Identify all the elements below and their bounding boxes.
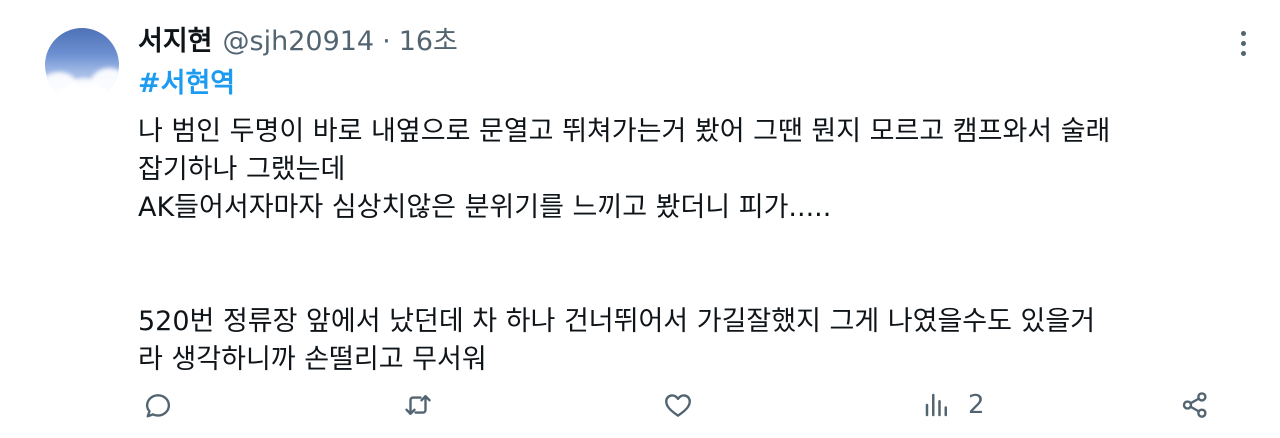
action-bar: 2 xyxy=(0,385,1280,425)
share-icon xyxy=(1182,392,1207,418)
reply-button[interactable] xyxy=(143,385,173,425)
heart-icon xyxy=(665,394,691,417)
retweet-icon xyxy=(405,395,431,415)
hashtag-link[interactable]: #서현역 xyxy=(138,66,235,102)
avatar[interactable] xyxy=(45,28,119,102)
tweet-text-line: 520번 정류장 앞에서 났던데 차 하나 건너뛰어서 가길잘했지 그게 나였을… xyxy=(138,306,1096,337)
reply-icon xyxy=(145,394,171,418)
views-button[interactable]: 2 xyxy=(922,385,985,425)
timestamp[interactable]: 16초 xyxy=(399,24,458,60)
tweet-header: 서지현 @sjh20914 · 16초 xyxy=(138,24,458,60)
more-options-icon[interactable] xyxy=(1232,28,1254,58)
user-handle[interactable]: @sjh20914 xyxy=(223,24,375,60)
retweet-button[interactable] xyxy=(403,385,433,425)
like-button[interactable] xyxy=(663,385,693,425)
views-icon xyxy=(925,393,947,417)
separator-dot: · xyxy=(382,26,391,57)
tweet-text-line: 라 생각하니까 손떨리고 무서워 xyxy=(138,344,487,375)
tweet-text-line: 잡기하나 그랬는데 xyxy=(138,154,346,185)
views-count: 2 xyxy=(968,390,985,420)
tweet-text: 나 범인 두명이 바로 내옆으로 문열고 뛰쳐가는거 봤어 그땐 뭔지 모르고 … xyxy=(138,113,1248,379)
tweet-text-line: AK들어서자마자 심상치않은 분위기를 느끼고 봤더니 피가..... xyxy=(138,192,832,223)
display-name[interactable]: 서지현 xyxy=(138,24,213,60)
tweet-text-line: 나 범인 두명이 바로 내옆으로 문열고 뛰쳐가는거 봤어 그땐 뭔지 모르고 … xyxy=(138,116,1111,147)
share-button[interactable] xyxy=(1180,385,1210,425)
